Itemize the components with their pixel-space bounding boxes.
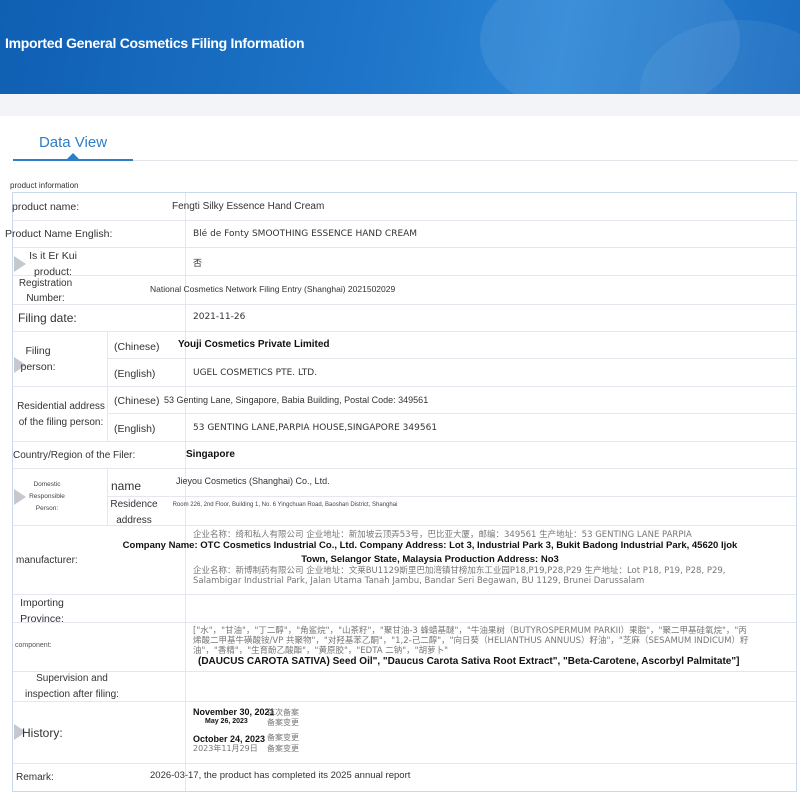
- row-divider: [13, 701, 796, 702]
- row-divider: [13, 220, 796, 221]
- page-title: Imported General Cosmetics Filing Inform…: [5, 35, 305, 51]
- history-status: 首次备案: [267, 708, 299, 717]
- domestic-name-label: name: [111, 479, 142, 493]
- row-divider: [13, 763, 796, 764]
- er-kui-value: 否: [193, 259, 203, 269]
- history-entry: October 24, 2023: [193, 734, 266, 744]
- registration-label: Registration Number:: [18, 278, 73, 304]
- history-label: History:: [22, 726, 63, 740]
- product-name-label: product name:: [12, 201, 80, 213]
- remark-label: Remark:: [16, 772, 54, 783]
- registration-value: National Cosmetics Network Filing Entry …: [150, 284, 396, 294]
- header-banner: Imported General Cosmetics Filing Inform…: [0, 0, 800, 94]
- filing-person-chinese-label: (Chinese): [114, 341, 160, 353]
- row-divider: [13, 594, 796, 595]
- row-divider: [13, 304, 796, 305]
- residential-address-chinese-value: 53 Genting Lane, Singapore, Babia Buildi…: [164, 395, 429, 405]
- row-divider: [107, 496, 796, 497]
- residential-address-label: Residential address of the filing person…: [17, 401, 105, 428]
- row-divider: [13, 441, 796, 442]
- filing-date-value: 2021-11-26: [193, 312, 246, 322]
- residential-address-english-label: (English): [114, 423, 156, 435]
- product-name-value: Fengti Silky Essence Hand Cream: [172, 201, 325, 212]
- country-value: Singapore: [186, 449, 235, 460]
- residential-address-english-value: 53 GENTING LANE,PARPIA HOUSE,SINGAPORE 3…: [193, 423, 438, 433]
- domestic-person-label: Domestic Responsible Person:: [29, 481, 65, 512]
- row-divider: [13, 247, 796, 248]
- section-label: product information: [10, 181, 79, 190]
- banner-gap: [0, 94, 800, 116]
- history-entry: November 30, 2021: [193, 707, 275, 717]
- filing-person-label: Filing person:: [20, 345, 56, 373]
- row-divider: [13, 468, 796, 469]
- history-entry: 2023年11月29日: [193, 744, 258, 753]
- domestic-name-value: Jieyou Cosmetics (Shanghai) Co., Ltd.: [176, 476, 330, 486]
- component-original: ["水"，"甘油"，"丁二醇"，"角鲨烷"，"山茶籽"，"聚甘油-3 蜂蜡基醚"…: [193, 626, 749, 656]
- row-divider: [107, 358, 796, 359]
- residential-address-chinese-label: (Chinese): [114, 395, 160, 407]
- history-status: 备案变更: [267, 718, 299, 727]
- column-divider: [107, 468, 108, 525]
- tab-bar: Data View: [13, 130, 798, 161]
- row-divider: [13, 622, 796, 623]
- history-status: 备案变更: [267, 733, 299, 742]
- tab-active-indicator-icon: [67, 153, 79, 159]
- filing-person-english-value: UGEL COSMETICS PTE. LTD.: [193, 368, 318, 378]
- filing-person-chinese-value: Youji Cosmetics Private Limited: [178, 339, 330, 350]
- row-divider: [13, 275, 796, 276]
- history-status: 备案变更: [267, 744, 299, 753]
- column-divider: [185, 193, 186, 791]
- country-label: Country/Region of the Filer:: [13, 450, 136, 461]
- row-divider: [13, 331, 796, 332]
- history-entry: May 26, 2023: [205, 718, 248, 725]
- product-name-english-label: Product Name English:: [5, 228, 113, 240]
- row-divider: [107, 413, 796, 414]
- row-divider: [13, 386, 796, 387]
- domestic-address-label: Residence address: [110, 499, 158, 526]
- remark-value: 2026-03-17, the product has completed it…: [150, 770, 411, 781]
- domestic-address-value: Room 226, 2nd Floor, Building 1, No. 6 Y…: [172, 502, 398, 508]
- tab-label: Data View: [38, 134, 108, 151]
- filing-person-english-label: (English): [114, 368, 156, 380]
- importing-province-label: Importing Province:: [20, 597, 64, 625]
- manufacturer-original-line2: 企业名称：新博制药有限公司 企业地址：文莱BU1129斯里巴加湾镇甘榜加东工业园…: [193, 566, 726, 586]
- row-divider: [13, 671, 796, 672]
- supervision-label: Supervision and inspection after filing:: [25, 673, 119, 700]
- manufacturer-value: Company Name: OTC Cosmetics Industrial C…: [122, 540, 738, 565]
- component-label: component:: [15, 642, 52, 649]
- filing-date-label: Filing date:: [18, 311, 77, 325]
- product-name-english-value: Blé de Fonty SMOOTHING ESSENCE HAND CREA…: [193, 229, 418, 239]
- manufacturer-label: manufacturer:: [16, 555, 78, 566]
- component-value: (DAUCUS CAROTA SATIVA) Seed Oil", "Daucu…: [198, 656, 740, 667]
